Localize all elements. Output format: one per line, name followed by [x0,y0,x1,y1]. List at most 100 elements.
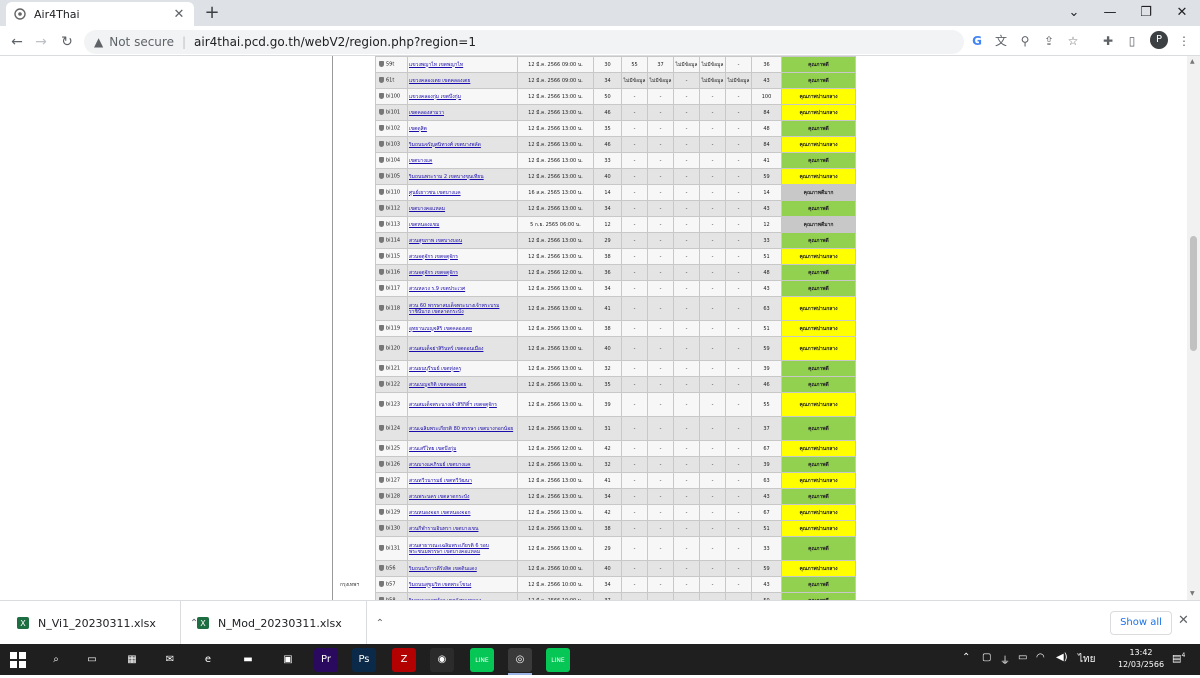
station-name-link[interactable]: แขวงคลองเตย เขตคลองเตย [407,72,518,89]
station-name-link[interactable]: ริมถนนวิภาวดีรังสิต เขตดินแดง [407,560,518,577]
station-name-link[interactable]: สวนจตุจักร เขตจตุจักร [407,264,518,281]
station-name-link[interactable]: สวนสุขภาพ เขตบางบอน [407,232,518,249]
wifi-icon[interactable]: ◠ [1036,652,1045,663]
task-view-icon[interactable]: ▭ [80,648,104,672]
file-explorer-icon[interactable]: ▬ [236,648,260,672]
translate-icon[interactable]: 文 [992,31,1010,51]
system-clock[interactable]: 13:42 12/03/2566 [1116,647,1166,671]
value-cell: - [647,248,674,265]
station-name-link[interactable]: สวนกีฬารามอินทรา เขตบางเขน [407,520,518,537]
station-name-link[interactable]: สวนเสรีไทย เขตบึงกุ่ม [407,440,518,457]
station-name-link[interactable]: สวนเบญจกิติ เขตคลองเตย [407,376,518,393]
minimize-icon[interactable]: — [1092,0,1128,26]
premiere-icon[interactable]: Pr [314,648,338,672]
side-panel-icon[interactable]: ▯ [1122,31,1142,51]
search-icon[interactable]: ⌕ [44,648,68,672]
aqi-cell: 63 [751,472,782,489]
scroll-down-icon[interactable]: ▼ [1190,590,1195,597]
station-name-link[interactable]: สวนหนองจอก เขตหนองจอก [407,504,518,521]
station-name-link[interactable]: ริมถนนสุขุมวิท เขตพระโขนง [407,576,518,593]
scroll-thumb[interactable] [1190,236,1197,351]
tray-app-icon[interactable]: ▢ [982,652,991,663]
extensions-icon[interactable]: ✚ [1098,31,1118,51]
line-icon[interactable]: LINE [470,648,494,672]
table-row: bi116 สวนจตุจักร เขตจตุจักร 12 มี.ค. 2566 … [375,264,856,281]
chrome-icon[interactable]: ◎ [508,648,532,672]
tab-strip: Air4Thai ✕ + ⌄ — ❐ ✕ [0,0,1200,26]
aqi-cell: 100 [751,88,782,105]
station-name-link[interactable]: สวนธนบุรีรมย์ เขตทุ่งครุ [407,360,518,377]
input-language[interactable]: ไทย [1078,652,1095,667]
address-bar[interactable]: ▲ Not secure | air4thai.pcd.go.th/webV2/… [84,30,964,54]
filezilla-icon[interactable]: Z [392,648,416,672]
station-name-link[interactable]: สวนทวีวนารมย์ เขตทวีวัฒนา [407,472,518,489]
back-icon[interactable]: ← [6,31,28,53]
browser-tab[interactable]: Air4Thai ✕ [6,2,194,26]
show-all-button[interactable]: Show all [1110,611,1172,635]
download-item-1[interactable]: X N_Vi1_20230311.xlsx ⌃ [16,601,198,645]
url-text[interactable]: air4thai.pcd.go.th/webV2/region.php?regi… [194,35,476,49]
bookmark-star-icon[interactable]: ☆ [1064,31,1082,51]
station-name-link[interactable]: แขวงคลองกุ่ม เขตบึงกุ่ม [407,88,518,105]
windows-start-icon[interactable] [6,648,30,672]
station-name-link[interactable]: ริมถนนลาดพร้าว เขตวังทองหลาง [407,592,518,600]
station-name-link[interactable]: สวนจตุจักร เขตจตุจักร [407,248,518,265]
station-name-link[interactable]: เขตดุสิต [407,120,518,137]
profile-avatar[interactable]: P [1150,31,1168,49]
reload-icon[interactable]: ↻ [56,31,78,53]
aqi-cell: 51 [751,320,782,337]
notification-icon[interactable]: ▤4 [1172,652,1185,664]
station-name-link[interactable]: สวนสาธารณะเฉลิมพระเกียรติ 6 รอบพระชนมพรร… [407,536,518,561]
station-name-link[interactable]: เขตบางแค [407,152,518,169]
usb-icon[interactable]: ⏚ [1000,652,1010,667]
page-scrollbar[interactable]: ▲ ▼ [1187,56,1200,600]
station-name-link[interactable]: แขวงพญาไท เขตพญาไท [407,56,518,73]
scroll-up-icon[interactable]: ▲ [1190,58,1195,65]
photos-icon[interactable]: ▣ [276,648,300,672]
download-bar-close-icon[interactable]: ✕ [1178,613,1189,628]
not-secure-label[interactable]: Not secure [109,35,174,49]
shield-icon [379,345,384,352]
station-id-cell: bi128 [375,488,408,505]
battery-icon[interactable]: ▭ [1018,652,1027,663]
station-name-link[interactable]: เขตบางคอแหลม [407,200,518,217]
warning-icon[interactable]: ▲ [94,35,103,49]
station-name-link[interactable]: สวนพระนคร เขตลาดกระบัง [407,488,518,505]
station-name-link[interactable]: อุทยานเบญจสิริ เขตคลองเตย [407,320,518,337]
station-name-link[interactable]: สวน 60 พรรษาสมเด็จพระนางเจ้าพระบรมราชินี… [407,296,518,321]
window-close-icon[interactable]: ✕ [1164,0,1200,26]
quality-cell: คุณภาพดี [781,120,856,137]
volume-icon[interactable]: ◀) [1056,652,1068,663]
value-cell: - [699,88,726,105]
station-name-link[interactable]: สวนสมเด็จย่าสิรินทร์ เขตดอนเมือง [407,336,518,361]
station-name-link[interactable]: สวนหลวง ร.9 เขตประเวศ [407,280,518,297]
zoom-icon[interactable]: ⚲ [1016,31,1034,51]
value-cell: - [725,320,752,337]
station-name-link[interactable]: ริมถนนจรัญสนิทวงศ์ เขตบางพลัด [407,136,518,153]
maximize-icon[interactable]: ❐ [1128,0,1164,26]
station-name-link[interactable]: สวนเฉลิมพระเกียรติ 80 พรรษา เขตบางกอกน้อ… [407,416,518,441]
station-name-link[interactable]: เขตคลองสามวา [407,104,518,121]
mail-icon[interactable]: ✉ [158,648,182,672]
chevron-up-icon[interactable]: ⌃ [376,618,384,629]
photoshop-icon[interactable]: Ps [352,648,376,672]
store-icon[interactable]: ▦ [120,648,144,672]
station-name-link[interactable]: ศูนย์เยาวชน เขตบางแค [407,184,518,201]
davinci-icon[interactable]: ◉ [430,648,454,672]
station-name-link[interactable]: ริมถนนพระราม 2 เขตบางขุนเทียน [407,168,518,185]
new-tab-icon[interactable]: + [201,2,223,24]
tray-chevron-icon[interactable]: ⌃ [962,652,970,663]
quality-cell: คุณภาพปานกลาง [781,560,856,577]
share-icon[interactable]: ⇪ [1040,31,1058,51]
station-name-link[interactable]: สวนบางแคภิรมย์ เขตบางแค [407,456,518,473]
station-name-link[interactable]: เขตหนองแขม [407,216,518,233]
station-name-link[interactable]: สวนสมเด็จพระนางเจ้าสิริกิติ์ฯ เขตจตุจักร [407,392,518,417]
edge-icon[interactable]: e [196,648,220,672]
tab-search-chevron-icon[interactable]: ⌄ [1056,0,1092,26]
download-item-2[interactable]: X N_Mod_20230311.xlsx ⌃ [196,601,384,645]
menu-icon[interactable]: ⋮ [1174,31,1194,51]
forward-icon[interactable]: → [30,31,52,53]
google-lens-icon[interactable]: G [968,31,986,51]
tab-close-icon[interactable]: ✕ [172,7,186,22]
line-icon[interactable]: LINE [546,648,570,672]
